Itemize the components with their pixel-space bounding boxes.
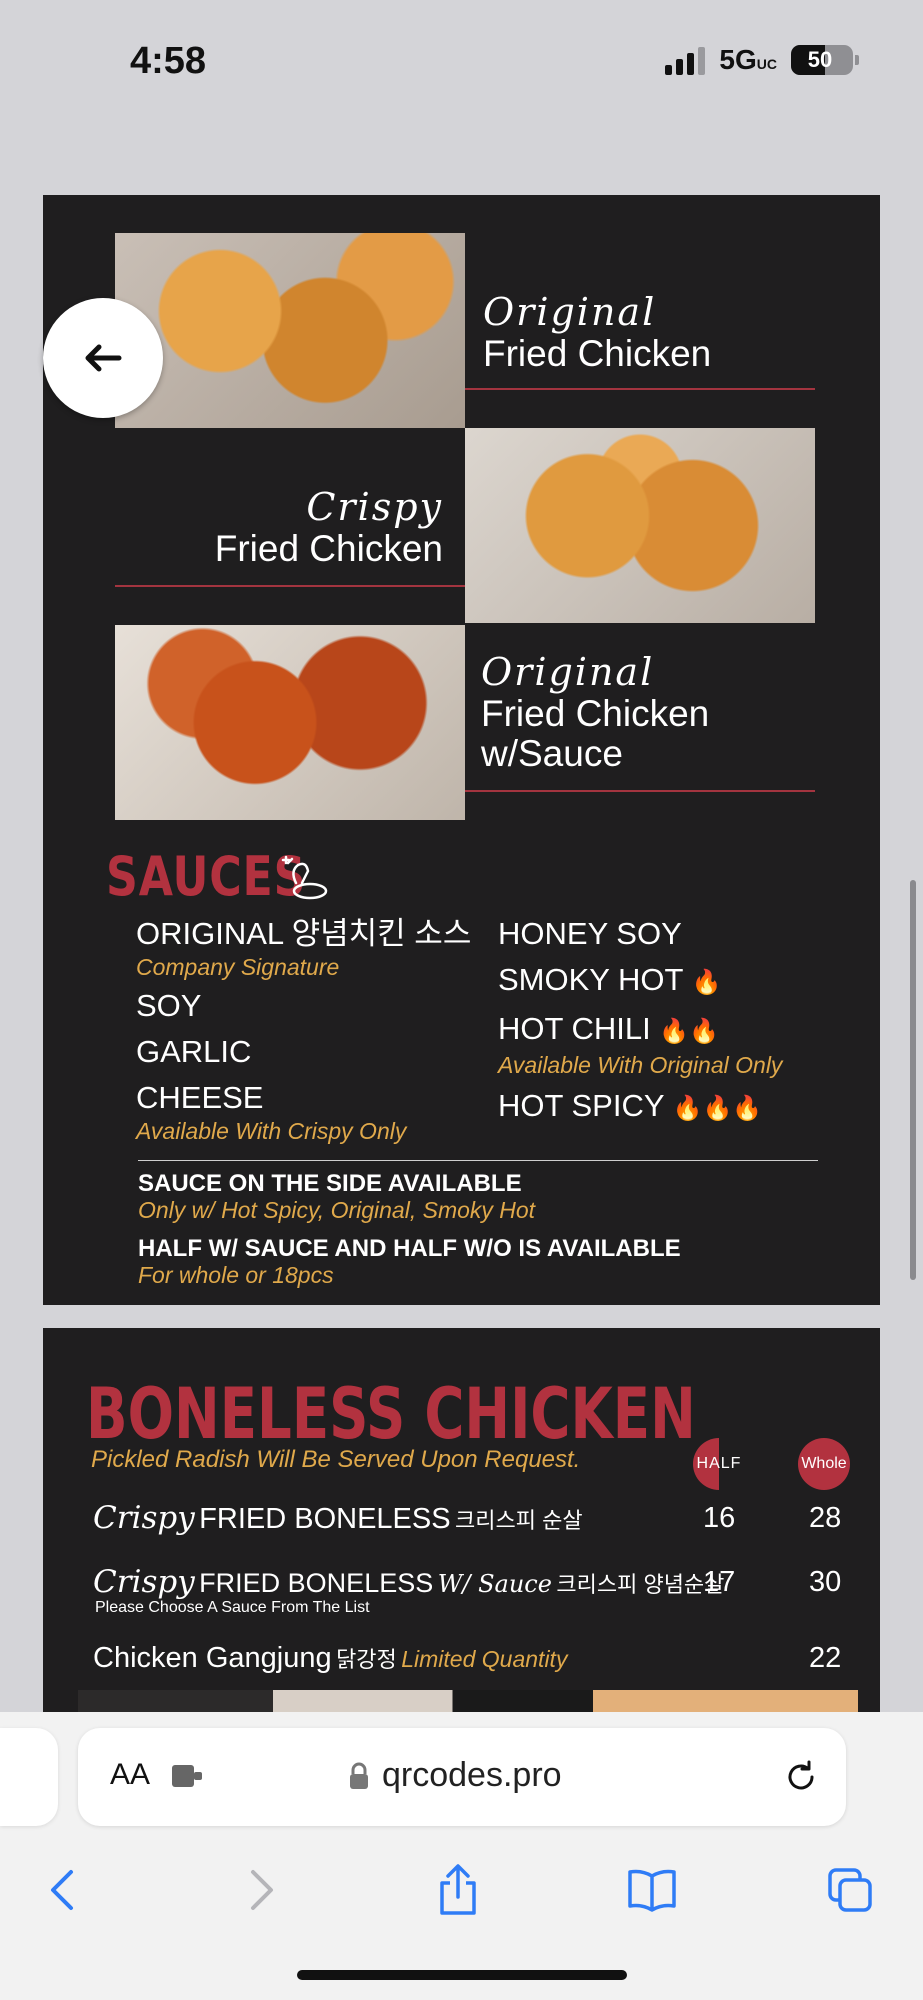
fire-icon: 🔥🔥 [659, 1018, 720, 1045]
battery-level: 50 [807, 47, 833, 72]
sauces-heading: SAUCES [106, 845, 307, 908]
scrollbar[interactable] [910, 880, 916, 1280]
radish-note: Pickled Radish Will Be Served Upon Reque… [91, 1446, 581, 1473]
sauce-list-right: HONEY SOY SMOKY HOT 🔥 HOT CHILI 🔥🔥 Avail… [498, 915, 782, 1128]
sauce-name: CHEESE [136, 1080, 264, 1115]
url-text: qrcodes.pro [382, 1756, 562, 1794]
previous-tab[interactable] [0, 1728, 58, 1826]
price-whole: 22 [809, 1642, 842, 1674]
reader-button[interactable]: AA [110, 1758, 150, 1792]
menu-panel-chicken: Original Fried Chicken Crispy Fried Chic… [43, 195, 880, 1305]
share-button[interactable] [428, 1860, 488, 1920]
arrow-left-icon [85, 344, 122, 372]
item-name: Fried Chicken [481, 693, 710, 734]
address-bar[interactable]: AA qrcodes.pro [78, 1728, 846, 1826]
item-divider [465, 790, 815, 792]
price-whole: 30 [809, 1566, 842, 1598]
battery-icon: 50 [791, 45, 859, 75]
original-chicken-photo [115, 233, 465, 428]
bookmarks-button[interactable] [622, 1860, 682, 1920]
status-icons: 5GUC 50 [665, 44, 859, 76]
forward-nav-button[interactable] [232, 1860, 292, 1920]
boneless-heading: BONELESS CHICKEN [86, 1373, 696, 1455]
browser-nav-bar [0, 1860, 923, 1930]
half-sauce-note: For whole or 18pcs [138, 1262, 334, 1288]
menu-item-original: Original Fried Chicken [483, 290, 711, 374]
sauce-note: Company Signature [136, 954, 340, 980]
sauce-name: GARLIC [136, 1034, 252, 1069]
crispy-chicken-photo [465, 428, 815, 623]
price-half: 16 [703, 1502, 736, 1534]
boneless-row: Crispy FRIED BONELESS 크리스피 순살 [93, 1500, 583, 1536]
item-divider [465, 388, 815, 390]
item-style: Crispy [306, 485, 443, 529]
sauce-name: SMOKY HOT 🔥 [498, 962, 722, 997]
network-label: 5GUC [719, 44, 777, 75]
sauce-name: HONEY SOY [498, 916, 682, 951]
boneless-row: Crispy FRIED BONELESS W/ Sauce 크리스피 양념순살 [93, 1564, 725, 1600]
menu-item-crispy: Crispy Fried Chicken [213, 485, 443, 569]
item-divider [115, 585, 465, 587]
sauce-name: HOT SPICY 🔥🔥🔥 [498, 1088, 763, 1123]
boneless-row: Chicken Gangjung 닭강정 Limited Quantity [93, 1642, 568, 1674]
item-name: Fried Chicken [483, 333, 712, 374]
extension-icon[interactable] [170, 1761, 204, 1791]
chevron-left-icon [51, 1870, 73, 1910]
fire-icon: 🔥🔥🔥 [672, 1095, 763, 1122]
home-indicator[interactable] [297, 1970, 627, 1980]
item-name: Fried Chicken [214, 528, 443, 569]
boneless-row-note: Please Choose A Sauce From The List [95, 1599, 370, 1616]
sauce-divider [138, 1160, 818, 1161]
sauce-name: ORIGINAL 양념치킨 소스 [136, 916, 472, 951]
sauce-note: Available With Original Only [498, 1052, 783, 1078]
lock-icon [350, 1762, 368, 1789]
sauce-side-note: Only w/ Hot Spicy, Original, Smoky Hot [138, 1197, 536, 1223]
sauce-name: HOT CHILI 🔥🔥 [498, 1011, 720, 1046]
status-time: 4:58 [130, 40, 207, 82]
sauce-name: SOY [136, 988, 202, 1023]
tabs-button[interactable] [820, 1860, 880, 1920]
sauce-drumstick-icon [281, 855, 328, 900]
price-whole: 28 [809, 1502, 842, 1534]
back-nav-button[interactable] [32, 1860, 92, 1920]
price-half: 17 [703, 1566, 736, 1598]
sauced-chicken-photo [115, 625, 465, 820]
whole-badge: Whole [798, 1438, 850, 1490]
share-icon [440, 1864, 476, 1915]
book-icon [628, 1869, 676, 1912]
tabs-icon [828, 1868, 872, 1912]
item-style: Original [483, 290, 657, 334]
half-badge: HALF [693, 1438, 745, 1490]
sauce-list-left: ORIGINAL 양념치킨 소스 Company Signature SOY G… [136, 915, 471, 1145]
reload-icon[interactable] [782, 1758, 820, 1796]
back-button[interactable] [43, 298, 163, 418]
item-style: Original [481, 650, 655, 694]
chevron-right-icon [251, 1870, 273, 1910]
signal-icon [665, 45, 706, 75]
menu-item-original-sauce: Original Fried Chicken w/Sauce [481, 650, 709, 774]
sauce-note: Available With Crispy Only [136, 1118, 407, 1144]
sauce-side-title: SAUCE ON THE SIDE AVAILABLE [138, 1170, 522, 1197]
item-extra: w/Sauce [481, 733, 623, 774]
browser-toolbar: AA qrcodes.pro [0, 1712, 923, 2000]
fire-icon: 🔥 [691, 969, 722, 996]
half-sauce-title: HALF W/ SAUCE AND HALF W/O IS AVAILABLE [138, 1235, 681, 1262]
